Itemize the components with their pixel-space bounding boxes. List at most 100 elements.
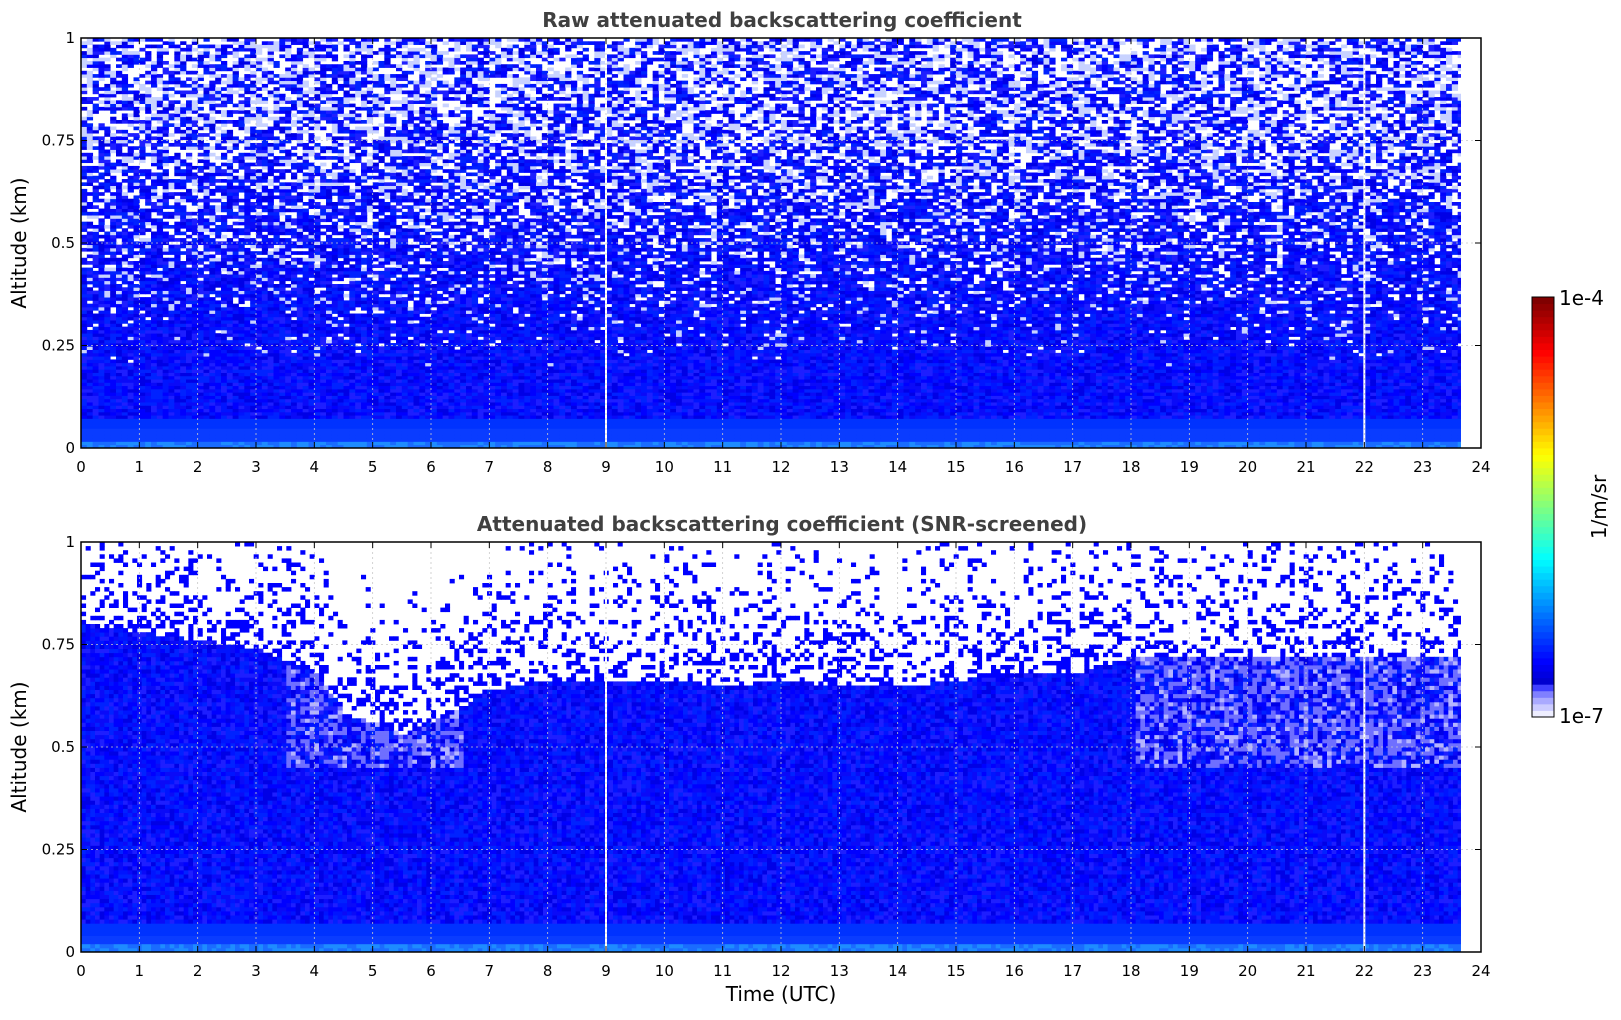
heatmap-cell bbox=[203, 277, 210, 282]
heatmap-cell bbox=[285, 247, 292, 252]
heatmap-cell bbox=[104, 287, 111, 291]
heatmap-cell bbox=[296, 385, 304, 390]
heatmap-cell bbox=[156, 205, 164, 209]
heatmap-cell bbox=[86, 83, 94, 88]
heatmap-cell bbox=[244, 129, 251, 134]
heatmap-cell bbox=[127, 97, 134, 101]
heatmap-cell bbox=[326, 228, 333, 232]
heatmap-cell bbox=[250, 44, 257, 49]
heatmap-cell bbox=[314, 215, 321, 219]
heatmap-cell bbox=[156, 110, 164, 114]
heatmap-cell bbox=[197, 146, 204, 150]
heatmap-cell bbox=[98, 87, 105, 91]
heatmap-cell bbox=[104, 100, 111, 104]
heatmap-cell bbox=[98, 146, 105, 150]
heatmap-cell bbox=[320, 379, 327, 383]
heatmap-cell bbox=[238, 159, 245, 164]
heatmap-cell bbox=[121, 136, 129, 141]
heatmap-cell bbox=[121, 261, 129, 265]
heatmap-cell bbox=[308, 293, 315, 298]
heatmap-cell bbox=[104, 106, 111, 111]
heatmap-cell bbox=[250, 359, 257, 364]
heatmap-cell bbox=[221, 290, 228, 295]
heatmap-cell bbox=[215, 336, 222, 341]
heatmap-cell bbox=[191, 375, 199, 380]
heatmap-cell bbox=[116, 162, 123, 167]
heatmap-cell bbox=[221, 434, 228, 439]
heatmap-cell bbox=[320, 47, 327, 52]
heatmap-cell bbox=[151, 438, 158, 442]
heatmap-cell bbox=[180, 303, 187, 308]
heatmap-cell bbox=[261, 113, 269, 118]
heatmap-cell bbox=[244, 205, 251, 209]
heatmap-cell bbox=[326, 398, 333, 403]
heatmap-cell bbox=[168, 267, 175, 272]
heatmap-cell bbox=[191, 274, 199, 278]
heatmap-cell bbox=[337, 418, 344, 423]
heatmap-cell bbox=[151, 254, 158, 259]
heatmap-cell bbox=[110, 103, 117, 108]
heatmap-cell bbox=[110, 47, 117, 52]
heatmap-cell bbox=[133, 156, 140, 160]
heatmap-cell bbox=[116, 267, 123, 272]
heatmap-cell bbox=[256, 395, 263, 400]
heatmap-cell bbox=[244, 234, 251, 239]
heatmap-cell bbox=[92, 362, 99, 367]
heatmap-cell bbox=[116, 142, 123, 147]
heatmap-cell bbox=[226, 320, 234, 324]
heatmap-cell bbox=[250, 388, 257, 393]
heatmap-cell bbox=[238, 221, 245, 226]
heatmap-cell bbox=[127, 120, 134, 124]
heatmap-cell bbox=[145, 57, 152, 62]
heatmap-cell bbox=[127, 152, 134, 157]
heatmap-cell bbox=[180, 133, 187, 137]
heatmap-cell bbox=[139, 336, 146, 341]
heatmap-cell bbox=[215, 323, 222, 328]
heatmap-cell bbox=[279, 441, 286, 446]
heatmap-cell bbox=[139, 366, 146, 370]
heatmap-cell bbox=[250, 418, 257, 423]
heatmap-cell bbox=[127, 156, 134, 160]
heatmap-cell bbox=[244, 195, 251, 200]
heatmap-cell bbox=[244, 434, 251, 439]
heatmap-cell bbox=[244, 162, 251, 167]
heatmap-cell bbox=[86, 408, 94, 413]
heatmap-cell bbox=[291, 323, 298, 328]
heatmap-cell bbox=[267, 441, 274, 446]
heatmap-cell bbox=[314, 221, 321, 226]
heatmap-cell bbox=[296, 156, 304, 160]
heatmap-cell bbox=[320, 359, 327, 364]
heatmap-cell bbox=[209, 228, 216, 232]
heatmap-cell bbox=[156, 362, 164, 367]
heatmap-cell bbox=[92, 175, 99, 180]
heatmap-cell bbox=[355, 113, 362, 118]
heatmap-cell bbox=[86, 41, 94, 45]
heatmap-cell bbox=[145, 103, 152, 108]
heatmap-cell bbox=[279, 326, 286, 331]
heatmap-cell bbox=[197, 395, 204, 400]
heatmap-cell bbox=[238, 441, 245, 446]
heatmap-cell bbox=[238, 434, 245, 439]
heatmap-cell bbox=[162, 67, 169, 72]
heatmap-cell bbox=[81, 44, 88, 49]
heatmap-cell bbox=[326, 428, 333, 432]
heatmap-cell bbox=[273, 316, 280, 321]
heatmap-cell bbox=[267, 251, 274, 255]
heatmap-cell bbox=[197, 405, 204, 410]
heatmap-cell bbox=[256, 93, 263, 98]
heatmap-cell bbox=[162, 346, 169, 350]
heatmap-cell bbox=[238, 179, 245, 183]
heatmap-cell bbox=[308, 179, 315, 183]
heatmap-cell bbox=[110, 421, 117, 426]
heatmap-cell bbox=[273, 392, 280, 396]
heatmap-cell bbox=[86, 116, 94, 121]
heatmap-cell bbox=[355, 83, 362, 88]
heatmap-cell bbox=[110, 231, 117, 236]
heatmap-cell bbox=[191, 133, 199, 137]
heatmap-cell bbox=[151, 388, 158, 393]
heatmap-cell bbox=[320, 375, 327, 380]
heatmap-cell bbox=[145, 415, 152, 419]
heatmap-cell bbox=[308, 379, 315, 383]
heatmap-cell bbox=[337, 402, 344, 406]
heatmap-cell bbox=[285, 110, 292, 114]
